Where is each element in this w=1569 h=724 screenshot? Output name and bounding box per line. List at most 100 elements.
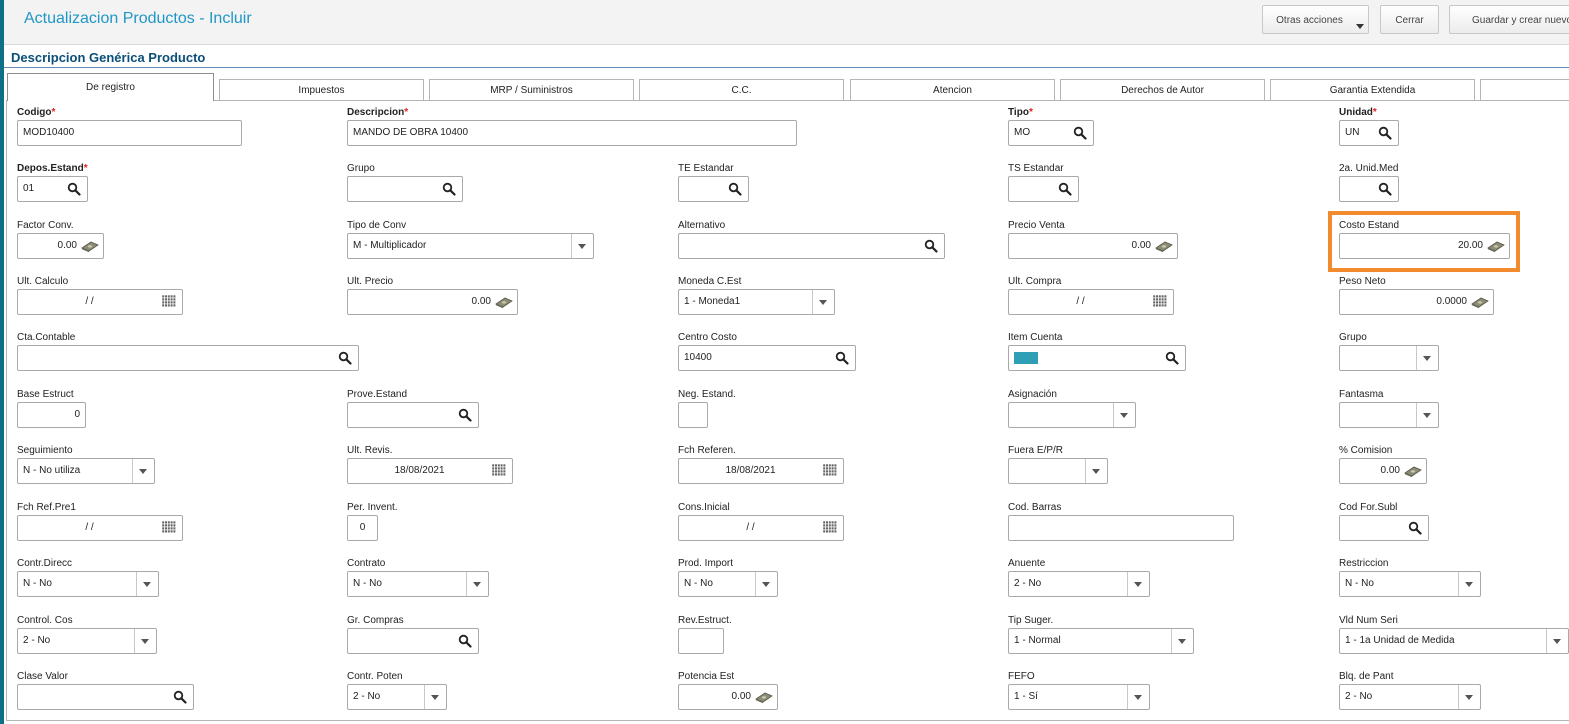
tab-atencion[interactable]: Atencion (850, 79, 1055, 100)
ult-precio-input[interactable]: 0.00 (347, 289, 518, 315)
fch-referen-input[interactable]: 18/08/2021 (678, 458, 844, 484)
cod-barras-input[interactable] (1008, 515, 1234, 541)
chevron-down-icon[interactable] (1416, 403, 1438, 427)
descripcion-input[interactable]: MANDO DE OBRA 10400 (347, 120, 797, 146)
chevron-down-icon[interactable] (571, 234, 593, 258)
search-icon[interactable] (924, 239, 938, 253)
prod-import-select[interactable]: N - No (678, 571, 778, 597)
base-estruct-input[interactable]: 0 (17, 402, 86, 428)
per-invent-input[interactable]: 0 (347, 515, 378, 541)
tab-mrp-suministros[interactable]: MRP / Suministros (429, 79, 634, 100)
search-icon[interactable] (1073, 126, 1087, 140)
unidad-input[interactable]: UN (1339, 120, 1399, 146)
search-icon[interactable] (728, 182, 742, 196)
money-icon[interactable] (1471, 295, 1489, 309)
restriccion-select[interactable]: N - No (1339, 571, 1481, 597)
calendar-icon[interactable] (162, 295, 176, 309)
alternativo-input[interactable] (678, 233, 945, 259)
chevron-down-icon[interactable] (1458, 685, 1480, 709)
money-icon[interactable] (495, 295, 513, 309)
neg-estand-input[interactable] (678, 402, 708, 428)
chevron-down-icon[interactable] (1127, 572, 1149, 596)
cod-for-subl-input[interactable] (1339, 515, 1429, 541)
grupo-input[interactable] (347, 176, 463, 202)
anuente-select[interactable]: 2 - No (1008, 571, 1150, 597)
prove-estand-input[interactable] (347, 402, 479, 428)
search-icon[interactable] (835, 351, 849, 365)
tip-suger-select[interactable]: 1 - Normal (1008, 628, 1194, 654)
chevron-down-icon[interactable] (755, 572, 777, 596)
grupo-2-select[interactable] (1339, 345, 1439, 371)
money-icon[interactable] (81, 239, 99, 253)
control-cos-select[interactable]: 2 - No (17, 628, 157, 654)
calendar-icon[interactable] (823, 464, 837, 478)
chevron-down-icon[interactable] (1085, 459, 1107, 483)
calendar-icon[interactable] (492, 464, 506, 478)
search-icon[interactable] (1058, 182, 1072, 196)
chevron-down-icon[interactable] (134, 629, 156, 653)
rev-estruct-input[interactable] (678, 628, 724, 654)
money-icon[interactable] (1404, 464, 1422, 478)
factor-conv-input[interactable]: 0.00 (17, 233, 104, 259)
fantasma-select[interactable] (1339, 402, 1439, 428)
seguimiento-select[interactable]: N - No utiliza (17, 458, 155, 484)
tab-more[interactable] (1480, 79, 1569, 100)
clase-valor-input[interactable] (17, 684, 194, 710)
calendar-icon[interactable] (823, 521, 837, 535)
tab-c-c[interactable]: C.C. (639, 79, 844, 100)
cerrar-button[interactable]: Cerrar (1380, 5, 1439, 34)
search-icon[interactable] (67, 182, 81, 196)
search-icon[interactable] (458, 408, 472, 422)
tab-impuestos[interactable]: Impuestos (219, 79, 424, 100)
guardar-crear-nuevo-button[interactable]: Guardar y crear nuevo (1449, 5, 1569, 34)
search-icon[interactable] (338, 351, 352, 365)
search-icon[interactable] (1378, 182, 1392, 196)
tab-garantia-extendida[interactable]: Garantia Extendida (1270, 79, 1475, 100)
money-icon[interactable] (1155, 239, 1173, 253)
chevron-down-icon[interactable] (1127, 685, 1149, 709)
peso-neto-input[interactable]: 0.0000 (1339, 289, 1494, 315)
chevron-down-icon[interactable] (1113, 403, 1135, 427)
contrato-select[interactable]: N - No (347, 571, 489, 597)
search-icon[interactable] (458, 634, 472, 648)
depos-estand-input[interactable]: 01 (17, 176, 88, 202)
tipo-input[interactable]: MO (1008, 120, 1094, 146)
cta-contable-input[interactable] (17, 345, 359, 371)
cons-inicial-input[interactable]: / / (678, 515, 844, 541)
blq-de-pant-select[interactable]: 2 - No (1339, 684, 1481, 710)
chevron-down-icon[interactable] (424, 685, 446, 709)
chevron-down-icon[interactable] (1416, 346, 1438, 370)
calendar-icon[interactable] (1153, 295, 1167, 309)
moneda-c-est-select[interactable]: 1 - Moneda1 (678, 289, 835, 315)
tab-de-registro[interactable]: De registro (7, 73, 214, 101)
fch-ref-pre1-input[interactable]: / / (17, 515, 183, 541)
gr-compras-input[interactable] (347, 628, 479, 654)
money-icon[interactable] (755, 690, 773, 704)
te-estandar-input[interactable] (678, 176, 749, 202)
otras-acciones-button[interactable]: Otras acciones (1262, 5, 1369, 34)
chevron-down-icon[interactable] (812, 290, 834, 314)
chevron-down-icon[interactable] (136, 572, 158, 596)
ult-revis-input[interactable]: 18/08/2021 (347, 458, 513, 484)
contr-direcc-select[interactable]: N - No (17, 571, 159, 597)
chevron-down-icon[interactable] (1171, 629, 1193, 653)
potencia-est-input[interactable]: 0.00 (678, 684, 778, 710)
contr-poten-select[interactable]: 2 - No (347, 684, 447, 710)
ult-compra-input[interactable]: / / (1008, 289, 1174, 315)
pct-comision-input[interactable]: 0.00 (1339, 458, 1427, 484)
chevron-down-icon[interactable] (466, 572, 488, 596)
codigo-input[interactable]: MOD10400 (17, 120, 242, 146)
money-icon[interactable] (1487, 239, 1505, 253)
search-icon[interactable] (1165, 351, 1179, 365)
fefo-select[interactable]: 1 - Sí (1008, 684, 1150, 710)
2a-unid-med-input[interactable] (1339, 176, 1399, 202)
search-icon[interactable] (442, 182, 456, 196)
vld-num-seri-select[interactable]: 1 - 1a Unidad de Medida (1339, 628, 1569, 654)
centro-costo-input[interactable]: 10400 (678, 345, 856, 371)
calendar-icon[interactable] (162, 521, 176, 535)
search-icon[interactable] (1408, 521, 1422, 535)
search-icon[interactable] (1378, 126, 1392, 140)
tipo-de-conv-select[interactable]: M - Multiplicador (347, 233, 594, 259)
tab-derechos-de-autor[interactable]: Derechos de Autor (1060, 79, 1265, 100)
chevron-down-icon[interactable] (132, 459, 154, 483)
